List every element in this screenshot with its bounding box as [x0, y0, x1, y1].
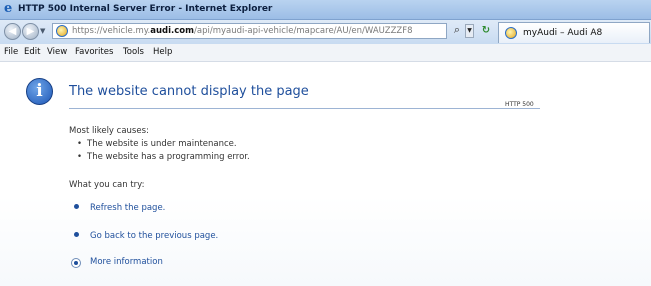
- error-heading: The website cannot display the page: [69, 84, 309, 99]
- browser-tab[interactable]: myAudi – Audi A8: [498, 22, 650, 43]
- menu-edit[interactable]: Edit: [24, 47, 40, 58]
- window-title: HTTP 500 Internal Server Error - Interne…: [18, 4, 273, 14]
- page-content: i The website cannot display the page HT…: [0, 62, 651, 286]
- menu-bar: File Edit View Favorites Tools Help: [0, 44, 651, 62]
- url-text[interactable]: https://vehicle.my.audi.com/api/myaudi-a…: [72, 25, 427, 37]
- http-status-code: HTTP 500: [505, 101, 534, 108]
- back-arrow-icon: ◀: [8, 26, 17, 37]
- ie-logo-icon: e: [4, 1, 13, 16]
- more-information-link[interactable]: More information: [90, 257, 163, 268]
- menu-file[interactable]: File: [4, 47, 18, 58]
- tab-label: myAudi – Audi A8: [523, 28, 603, 38]
- cause-text: The website is under maintenance.: [87, 139, 237, 149]
- history-dropdown-icon[interactable]: ▼: [40, 27, 45, 35]
- bullet-icon: [74, 232, 79, 237]
- url-prefix: https://vehicle.my.: [72, 26, 151, 36]
- menu-help[interactable]: Help: [153, 47, 172, 58]
- expand-icon[interactable]: [71, 258, 81, 268]
- causes-label: Most likely causes:: [69, 126, 149, 136]
- refresh-page-link[interactable]: Refresh the page.: [90, 203, 165, 214]
- heading-divider: [69, 108, 540, 109]
- address-toolbar: ◀ ▶ ▼ https://vehicle.my.audi.com/api/my…: [0, 20, 651, 44]
- cause-item: • The website is under maintenance.: [77, 139, 237, 149]
- url-domain: audi.com: [150, 26, 194, 36]
- forward-button[interactable]: ▶: [22, 23, 39, 40]
- menu-tools[interactable]: Tools: [123, 47, 144, 58]
- try-label: What you can try:: [69, 180, 145, 190]
- address-field[interactable]: https://vehicle.my.audi.com/api/myaudi-a…: [52, 23, 447, 39]
- info-icon: i: [26, 78, 53, 105]
- tab-page-icon: [505, 27, 517, 39]
- back-button[interactable]: ◀: [4, 23, 21, 40]
- search-icon[interactable]: ⌕: [450, 23, 464, 37]
- cause-item: • The website has a programming error.: [77, 152, 250, 162]
- page-icon: [56, 25, 68, 37]
- bullet-icon: [74, 204, 79, 209]
- url-path: /api/myaudi-api-vehicle/mapcare/AU/en/WA…: [194, 26, 413, 36]
- refresh-icon[interactable]: ↻: [478, 24, 494, 38]
- address-dropdown-button[interactable]: ▼: [465, 24, 474, 38]
- forward-arrow-icon: ▶: [26, 26, 35, 37]
- title-bar: e HTTP 500 Internal Server Error - Inter…: [0, 0, 651, 20]
- menu-view[interactable]: View: [47, 47, 67, 58]
- go-back-link[interactable]: Go back to the previous page.: [90, 231, 218, 242]
- cause-text: The website has a programming error.: [87, 152, 250, 162]
- menu-favorites[interactable]: Favorites: [75, 47, 113, 58]
